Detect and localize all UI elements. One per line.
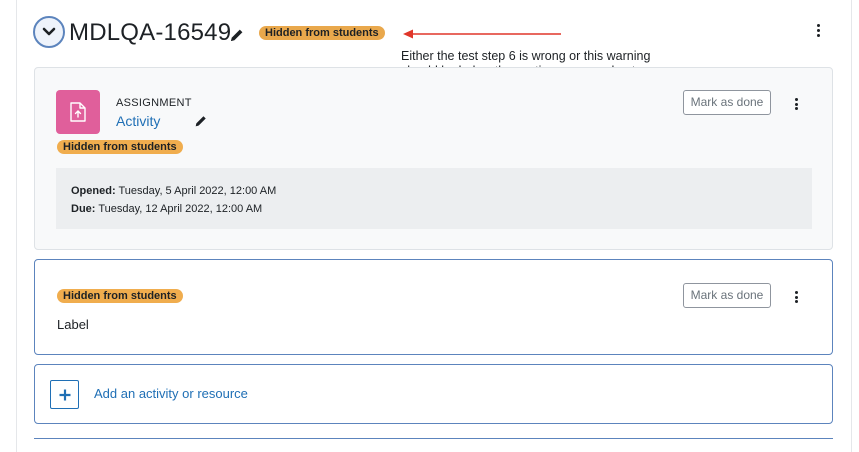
add-activity-link[interactable]: Add an activity or resource: [94, 386, 248, 401]
section-collapse-button[interactable]: [33, 16, 65, 48]
add-activity-card[interactable]: Add an activity or resource: [34, 364, 833, 424]
label-hidden-badge: Hidden from students: [57, 289, 183, 303]
mark-as-done-button[interactable]: Mark as done: [683, 283, 771, 308]
opened-date-row: Opened: Tuesday, 5 April 2022, 12:00 AM: [71, 182, 812, 200]
add-activity-button[interactable]: [50, 380, 79, 409]
kebab-dot: [816, 29, 820, 32]
annotation-arrow: [403, 29, 561, 39]
pencil-icon[interactable]: [229, 27, 245, 43]
kebab-dot: [794, 291, 798, 294]
pencil-icon[interactable]: [194, 114, 208, 128]
assignment-activity-card: ASSIGNMENT Activity Hidden from students…: [34, 67, 833, 250]
activity-type-label: ASSIGNMENT: [116, 97, 192, 109]
kebab-dot: [816, 24, 820, 27]
content-border-right: [851, 0, 852, 452]
opened-value: Tuesday, 5 April 2022, 12:00 AM: [118, 185, 277, 197]
section-title[interactable]: MDLQA-16549: [69, 18, 231, 48]
kebab-dot: [794, 295, 798, 299]
activity-menu-button[interactable]: [791, 98, 801, 110]
activity-dates: Opened: Tuesday, 5 April 2022, 12:00 AM …: [56, 168, 812, 229]
kebab-dot: [816, 34, 820, 37]
due-value: Tuesday, 12 April 2022, 12:00 AM: [98, 203, 263, 215]
kebab-dot: [794, 102, 798, 106]
plus-icon: [59, 389, 70, 400]
due-label: Due:: [71, 203, 96, 215]
kebab-dot: [794, 107, 798, 110]
activity-hidden-badge: Hidden from students: [57, 140, 183, 154]
mark-as-done-button[interactable]: Mark as done: [683, 90, 771, 115]
assignment-icon: [56, 90, 100, 134]
kebab-dot: [794, 300, 798, 303]
label-menu-button[interactable]: [791, 291, 801, 303]
chevron-down-icon: [42, 27, 56, 36]
due-date-row: Due: Tuesday, 12 April 2022, 12:00 AM: [71, 200, 812, 218]
content-border-left: [16, 0, 17, 452]
section-menu-button[interactable]: [813, 24, 823, 37]
kebab-dot: [794, 98, 798, 101]
opened-label: Opened:: [71, 185, 116, 197]
section-hidden-badge: Hidden from students: [259, 26, 385, 40]
section-bottom-border: [34, 438, 833, 439]
activity-name-link[interactable]: Activity: [116, 113, 160, 129]
label-content: Label: [57, 317, 89, 332]
label-activity-card: Hidden from students Label Mark as done: [34, 259, 833, 355]
course-page: MDLQA-16549 Hidden from students Either …: [0, 0, 859, 452]
